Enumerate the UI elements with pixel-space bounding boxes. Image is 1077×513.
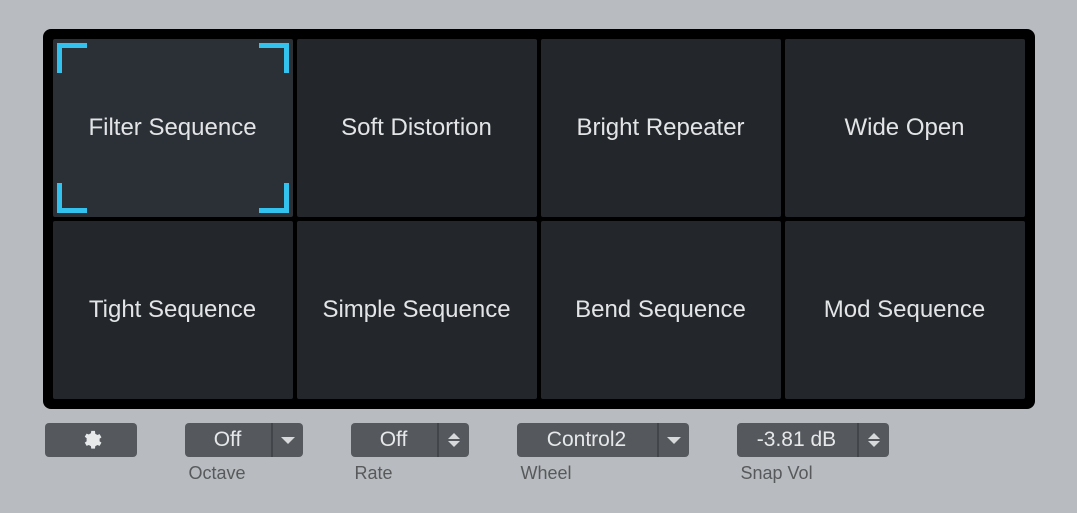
selection-corner-icon bbox=[57, 183, 87, 213]
pad-label: Mod Sequence bbox=[824, 294, 985, 325]
selection-corner-icon bbox=[57, 43, 87, 73]
pad-grid: Filter Sequence Soft Distortion Bright R… bbox=[53, 39, 1025, 399]
pad-grid-frame: Filter Sequence Soft Distortion Bright R… bbox=[43, 29, 1035, 409]
pad-label: Wide Open bbox=[844, 112, 964, 143]
wheel-value[interactable]: Control2 bbox=[517, 423, 657, 457]
snapshot-pad-8[interactable]: Mod Sequence bbox=[785, 221, 1025, 399]
snapshot-panel: Filter Sequence Soft Distortion Bright R… bbox=[33, 19, 1045, 494]
octave-param: Off Octave bbox=[185, 423, 303, 484]
pad-label: Simple Sequence bbox=[322, 294, 510, 325]
rate-label: Rate bbox=[351, 463, 469, 484]
chevron-down-icon bbox=[281, 437, 295, 444]
pad-label: Bend Sequence bbox=[575, 294, 746, 325]
pad-label: Soft Distortion bbox=[341, 112, 492, 143]
controls-row: Off Octave Off Rate Control2 bbox=[43, 423, 1035, 484]
snapvol-stepper[interactable] bbox=[857, 423, 889, 457]
snapvol-control[interactable]: -3.81 dB bbox=[737, 423, 889, 457]
snapvol-value[interactable]: -3.81 dB bbox=[737, 423, 857, 457]
rate-control[interactable]: Off bbox=[351, 423, 469, 457]
pad-label: Filter Sequence bbox=[88, 112, 256, 143]
snapshot-pad-3[interactable]: Bright Repeater bbox=[541, 39, 781, 217]
snapshot-pad-1[interactable]: Filter Sequence bbox=[53, 39, 293, 217]
rate-param: Off Rate bbox=[351, 423, 469, 484]
snapvol-param: -3.81 dB Snap Vol bbox=[737, 423, 889, 484]
chevron-up-icon bbox=[448, 433, 460, 439]
snapshot-pad-6[interactable]: Simple Sequence bbox=[297, 221, 537, 399]
snapshot-pad-2[interactable]: Soft Distortion bbox=[297, 39, 537, 217]
octave-label: Octave bbox=[185, 463, 303, 484]
chevron-down-icon bbox=[667, 437, 681, 444]
selection-corner-icon bbox=[259, 43, 289, 73]
snapvol-label: Snap Vol bbox=[737, 463, 889, 484]
settings-button[interactable] bbox=[45, 423, 137, 457]
wheel-param: Control2 Wheel bbox=[517, 423, 689, 484]
snapshot-pad-4[interactable]: Wide Open bbox=[785, 39, 1025, 217]
gear-icon bbox=[80, 429, 102, 451]
octave-value[interactable]: Off bbox=[185, 423, 271, 457]
rate-value[interactable]: Off bbox=[351, 423, 437, 457]
rate-stepper[interactable] bbox=[437, 423, 469, 457]
pad-label: Bright Repeater bbox=[576, 112, 744, 143]
chevron-down-icon bbox=[868, 441, 880, 447]
octave-control[interactable]: Off bbox=[185, 423, 303, 457]
wheel-control[interactable]: Control2 bbox=[517, 423, 689, 457]
wheel-label: Wheel bbox=[517, 463, 689, 484]
snapshot-pad-5[interactable]: Tight Sequence bbox=[53, 221, 293, 399]
wheel-dropdown-button[interactable] bbox=[657, 423, 689, 457]
chevron-up-icon bbox=[868, 433, 880, 439]
snapshot-pad-7[interactable]: Bend Sequence bbox=[541, 221, 781, 399]
octave-dropdown-button[interactable] bbox=[271, 423, 303, 457]
selection-corner-icon bbox=[259, 183, 289, 213]
chevron-down-icon bbox=[448, 441, 460, 447]
pad-label: Tight Sequence bbox=[89, 294, 256, 325]
